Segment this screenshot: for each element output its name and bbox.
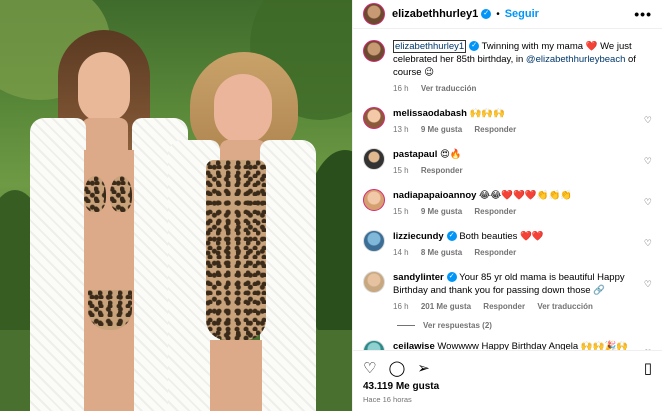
comment-item: melissaodabash 🙌🙌🙌 13 h 9 Me gusta Respo… — [363, 107, 652, 136]
commenter-avatar[interactable] — [363, 148, 385, 170]
caption-time[interactable]: 16 h — [393, 84, 409, 93]
separator-dot: • — [496, 8, 500, 20]
comment-like-icon[interactable]: ♡ — [644, 156, 652, 167]
post-photo[interactable] — [0, 0, 352, 411]
comment-likes[interactable]: 201 Me gusta — [421, 302, 471, 311]
comment-text: 😂😂❤️❤️❤️👏👏👏 — [479, 190, 573, 201]
verified-icon: ✓ — [469, 41, 480, 52]
reply-button[interactable]: Responder — [483, 302, 525, 311]
commenter-username[interactable]: pastapaul — [393, 149, 437, 160]
post-time: Hace 16 horas — [363, 395, 412, 404]
comment-time[interactable]: 15 h — [393, 207, 409, 216]
verified-icon: ✓ — [446, 231, 457, 242]
comment-item: lizziecundy ✓ Both beauties ❤️❤️ 14 h 8 M… — [363, 230, 652, 259]
caption-mention[interactable]: @elizabethhurleybeach — [526, 54, 625, 65]
verified-icon: ✓ — [481, 9, 492, 19]
comments-list[interactable]: elizabethhurley1 ✓ Twinning with my mama … — [353, 30, 662, 350]
comment-item: ceilawise Wowwww Happy Birthday Angela 🙌… — [363, 340, 652, 350]
verified-icon: ✓ — [446, 272, 457, 283]
comment-like-icon[interactable]: ♡ — [644, 115, 652, 126]
bookmark-icon[interactable]: ▯ — [644, 359, 652, 377]
comment-text: 🙌🙌🙌 — [469, 108, 506, 119]
comment-icon[interactable]: ◯ — [388, 359, 405, 377]
likes-count[interactable]: 43.119 Me gusta — [363, 381, 652, 392]
post-side-panel: elizabethhurley1 ✓ • Seguir ••• elizabet… — [352, 0, 662, 411]
share-icon[interactable]: ➢ — [417, 359, 430, 377]
caption-username[interactable]: elizabethhurley1 — [393, 40, 467, 53]
commenter-username[interactable]: lizziecundy — [393, 231, 444, 242]
commenter-avatar[interactable] — [363, 107, 385, 129]
view-replies-button[interactable]: Ver respuestas (2) — [397, 321, 652, 330]
reply-button[interactable]: Responder — [421, 166, 463, 175]
reply-button[interactable]: Responder — [474, 248, 516, 257]
post-actions: ♡ ◯ ➢ ▯ 43.119 Me gusta Hace 16 horas — [353, 350, 662, 411]
comment-item: nadiapapaioannoy 😂😂❤️❤️❤️👏👏👏 15 h 9 Me g… — [363, 189, 652, 218]
heart-icon[interactable]: ♡ — [363, 359, 376, 377]
commenter-avatar[interactable] — [363, 189, 385, 211]
comment-time[interactable]: 13 h — [393, 125, 409, 134]
commenter-username[interactable]: nadiapapaioannoy — [393, 190, 476, 201]
commenter-username[interactable]: ceilawise — [393, 341, 435, 350]
comment-item: sandylinter ✓ Your 85 yr old mama is beau… — [363, 271, 652, 313]
comment-item: pastapaul 😍🔥 15 h Responder ♡ — [363, 148, 652, 177]
reply-button[interactable]: Responder — [474, 125, 516, 134]
comment-text: Both beauties ❤️❤️ — [459, 231, 544, 242]
commenter-avatar[interactable] — [363, 271, 385, 293]
author-username[interactable]: elizabethhurley1 — [392, 8, 478, 20]
post-header: elizabethhurley1 ✓ • Seguir ••• — [353, 0, 662, 29]
comment-likes[interactable]: 9 Me gusta — [421, 207, 462, 216]
comment-like-icon[interactable]: ♡ — [644, 238, 652, 249]
commenter-avatar[interactable] — [363, 230, 385, 252]
follow-button[interactable]: Seguir — [505, 8, 539, 20]
commenter-avatar[interactable] — [363, 340, 385, 350]
comment-time[interactable]: 14 h — [393, 248, 409, 257]
caption-translate[interactable]: Ver traducción — [421, 84, 477, 93]
commenter-username[interactable]: melissaodabash — [393, 108, 467, 119]
comment-like-icon[interactable]: ♡ — [644, 279, 652, 290]
comment-text: 😍🔥 — [440, 149, 462, 160]
comment-likes[interactable]: 9 Me gusta — [421, 125, 462, 134]
reply-button[interactable]: Responder — [474, 207, 516, 216]
comment-time[interactable]: 15 h — [393, 166, 409, 175]
translate-button[interactable]: Ver traducción — [537, 302, 593, 311]
comment-time[interactable]: 16 h — [393, 302, 409, 311]
comment-like-icon[interactable]: ♡ — [644, 197, 652, 208]
author-avatar[interactable] — [363, 3, 385, 25]
caption: elizabethhurley1 ✓ Twinning with my mama … — [363, 40, 652, 95]
caption-avatar[interactable] — [363, 40, 385, 62]
more-options-icon[interactable]: ••• — [634, 6, 652, 22]
commenter-username[interactable]: sandylinter — [393, 272, 444, 283]
comment-likes[interactable]: 8 Me gusta — [421, 248, 462, 257]
